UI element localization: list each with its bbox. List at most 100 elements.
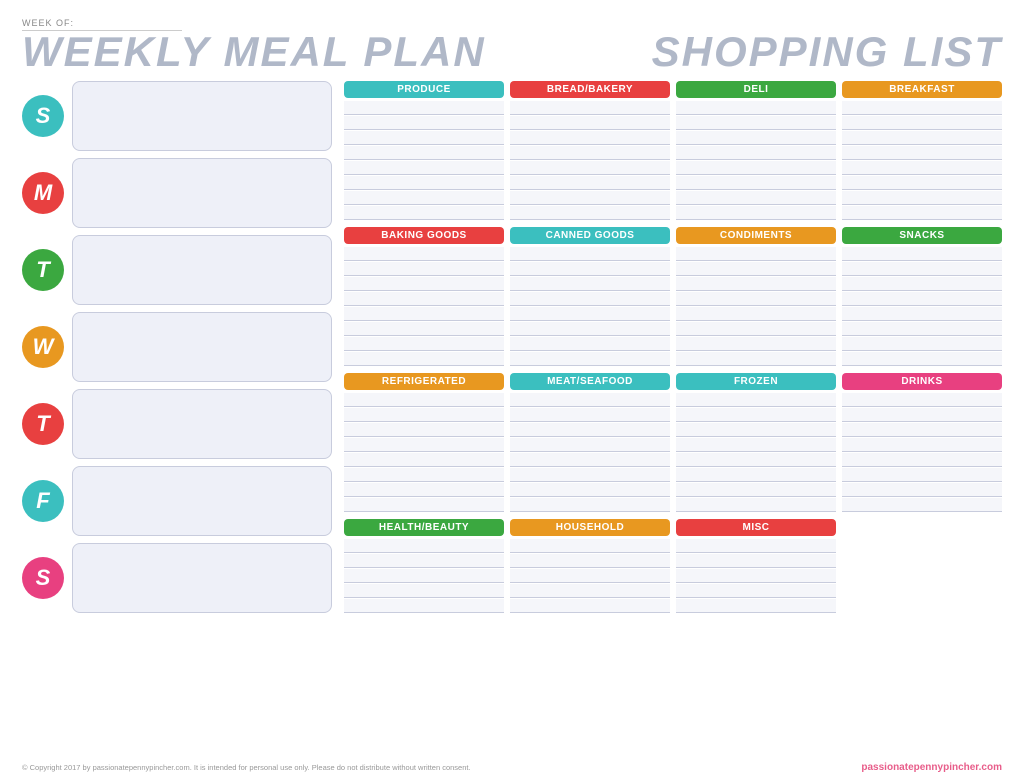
- shop-lines-deli: [676, 101, 836, 221]
- shop-line: [344, 483, 504, 497]
- shop-header-baking-goods: BAKING GOODS: [344, 227, 504, 244]
- shop-line: [842, 161, 1002, 175]
- shop-section-produce: PRODUCE: [344, 81, 504, 221]
- shop-line: [842, 307, 1002, 321]
- shop-line: [842, 322, 1002, 336]
- shop-line: [676, 453, 836, 467]
- shop-section-breakfast: BREAKFAST: [842, 81, 1002, 221]
- shop-line: [344, 191, 504, 205]
- shop-line: [344, 262, 504, 276]
- shop-section-snacks: SNACKS: [842, 227, 1002, 367]
- shop-line: [842, 438, 1002, 452]
- shop-line: [676, 191, 836, 205]
- shop-line: [676, 483, 836, 497]
- shop-line: [676, 423, 836, 437]
- shop-line: [344, 307, 504, 321]
- shop-line: [344, 468, 504, 482]
- day-row: S: [22, 81, 332, 151]
- shop-header-condiments: CONDIMENTS: [676, 227, 836, 244]
- day-row: T: [22, 389, 332, 459]
- shop-lines-produce: [344, 101, 504, 221]
- shop-line: [676, 206, 836, 220]
- shop-line: [510, 337, 670, 351]
- shop-header-deli: DELI: [676, 81, 836, 98]
- shop-line: [510, 176, 670, 190]
- shop-line: [676, 292, 836, 306]
- shop-line: [344, 393, 504, 407]
- shop-line: [510, 569, 670, 583]
- shop-line: [842, 483, 1002, 497]
- shop-line: [510, 161, 670, 175]
- shop-line: [842, 277, 1002, 291]
- day-row: W: [22, 312, 332, 382]
- day-row: S: [22, 543, 332, 613]
- shop-line: [842, 146, 1002, 160]
- shop-line: [842, 116, 1002, 130]
- shop-line: [344, 322, 504, 336]
- shop-line: [344, 101, 504, 115]
- shop-line: [344, 247, 504, 261]
- shopping-list-section: PRODUCEBREAD/BAKERYDELIBREAKFASTBAKING G…: [344, 77, 1002, 758]
- day-row: F: [22, 466, 332, 536]
- day-row: T: [22, 235, 332, 305]
- shop-header-canned-goods: CANNED GOODS: [510, 227, 670, 244]
- week-of-label: WEEK OF:: [22, 18, 182, 28]
- shop-line: [510, 539, 670, 553]
- shop-header-refrigerated: REFRIGERATED: [344, 373, 504, 390]
- shop-line: [510, 191, 670, 205]
- shop-line: [676, 569, 836, 583]
- shop-lines-misc: [676, 539, 836, 614]
- shop-line: [676, 161, 836, 175]
- day-input-thursday[interactable]: [72, 389, 332, 459]
- day-circle-sunday: S: [22, 95, 64, 137]
- shop-line: [344, 599, 504, 613]
- day-input-friday[interactable]: [72, 466, 332, 536]
- day-input-monday[interactable]: [72, 158, 332, 228]
- shopping-row-1: BAKING GOODS CANNED GOODS CONDIMENTS SNACKS: [344, 227, 1002, 367]
- shop-section-canned-goods: CANNED GOODS: [510, 227, 670, 367]
- day-input-tuesday[interactable]: [72, 235, 332, 305]
- shop-line: [510, 292, 670, 306]
- shop-line: [510, 468, 670, 482]
- shop-line: [344, 408, 504, 422]
- shop-section-empty: [842, 519, 1002, 614]
- shop-lines-baking-goods: [344, 247, 504, 367]
- shop-line: [676, 599, 836, 613]
- shop-lines-condiments: [676, 247, 836, 367]
- shop-header-snacks: SNACKS: [842, 227, 1002, 244]
- shop-line: [510, 206, 670, 220]
- shop-line: [344, 438, 504, 452]
- shop-header-health-beauty: HEALTH/BEAUTY: [344, 519, 504, 536]
- day-input-sunday[interactable]: [72, 81, 332, 151]
- shop-line: [676, 146, 836, 160]
- shop-line: [344, 498, 504, 512]
- shop-header-drinks: DRINKS: [842, 373, 1002, 390]
- shop-line: [510, 554, 670, 568]
- shop-section-health-beauty: HEALTH/BEAUTY: [344, 519, 504, 614]
- shop-line: [510, 438, 670, 452]
- shop-line: [676, 498, 836, 512]
- shop-line: [344, 539, 504, 553]
- shop-line: [344, 423, 504, 437]
- shop-line: [510, 352, 670, 366]
- shop-section-household: HOUSEHOLD: [510, 519, 670, 614]
- meal-plan-title: WEEKLY MEAL PLAN: [22, 31, 486, 73]
- shop-line: [510, 322, 670, 336]
- shop-line: [842, 408, 1002, 422]
- shop-line: [842, 393, 1002, 407]
- shop-line: [842, 191, 1002, 205]
- shop-lines-frozen: [676, 393, 836, 513]
- shop-line: [842, 176, 1002, 190]
- shop-line: [676, 337, 836, 351]
- day-input-saturday[interactable]: [72, 543, 332, 613]
- shopping-row-2: REFRIGERATEDMEAT/SEAFOODFROZENDRINKS: [344, 373, 1002, 513]
- shop-line: [510, 262, 670, 276]
- shop-lines-canned-goods: [510, 247, 670, 367]
- shop-line: [842, 468, 1002, 482]
- page: WEEK OF: WEEKLY MEAL PLAN SHOPPING LIST …: [0, 0, 1024, 783]
- shop-line: [344, 206, 504, 220]
- day-input-wednesday[interactable]: [72, 312, 332, 382]
- shop-section-condiments: CONDIMENTS: [676, 227, 836, 367]
- shop-line: [510, 408, 670, 422]
- shop-line: [842, 262, 1002, 276]
